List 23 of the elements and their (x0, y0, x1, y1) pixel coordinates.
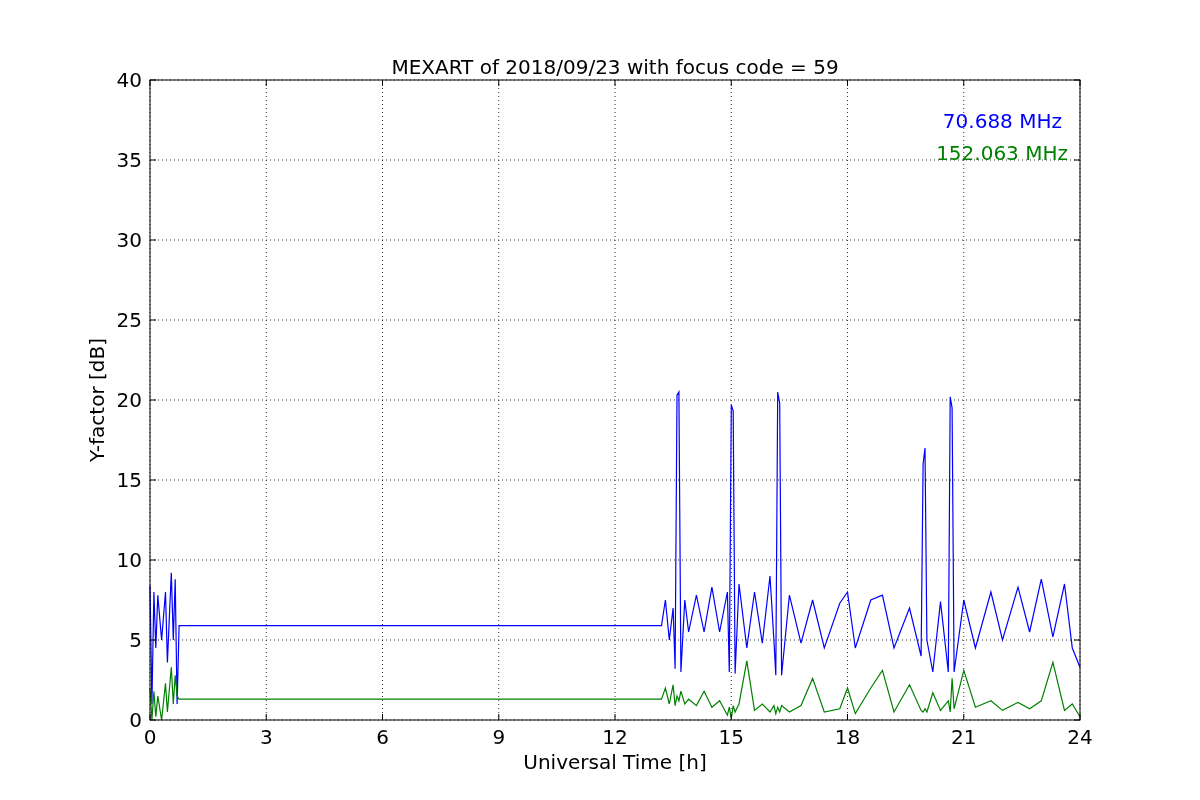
x-tick-label: 3 (259, 725, 273, 749)
legend-label: 152.063 MHz (936, 141, 1068, 165)
x-tick-label: 9 (492, 725, 506, 749)
y-tick-label: 5 (129, 628, 142, 652)
x-tick-label: 15 (718, 725, 744, 749)
y-axis-label: Y-factor [dB] (85, 338, 109, 462)
x-tick-label: 12 (602, 725, 628, 749)
x-axis-label: Universal Time [h] (523, 750, 707, 774)
y-tick-label: 30 (116, 228, 142, 252)
y-tick-label: 0 (129, 708, 142, 732)
y-tick-label: 20 (116, 388, 142, 412)
x-tick-label: 21 (951, 725, 977, 749)
y-tick-label: 25 (116, 308, 142, 332)
legend-label: 70.688 MHz (942, 109, 1062, 133)
x-tick-label: 0 (143, 725, 157, 749)
y-tick-label: 10 (116, 548, 142, 572)
x-tick-label: 24 (1067, 725, 1093, 749)
x-tick-label: 6 (376, 725, 389, 749)
x-tick-label: 18 (834, 725, 861, 749)
chart-title: MEXART of 2018/09/23 with focus code = 59 (391, 55, 839, 79)
y-tick-label: 15 (116, 468, 142, 492)
y-tick-label: 35 (116, 148, 142, 172)
y-tick-label: 40 (116, 68, 142, 92)
